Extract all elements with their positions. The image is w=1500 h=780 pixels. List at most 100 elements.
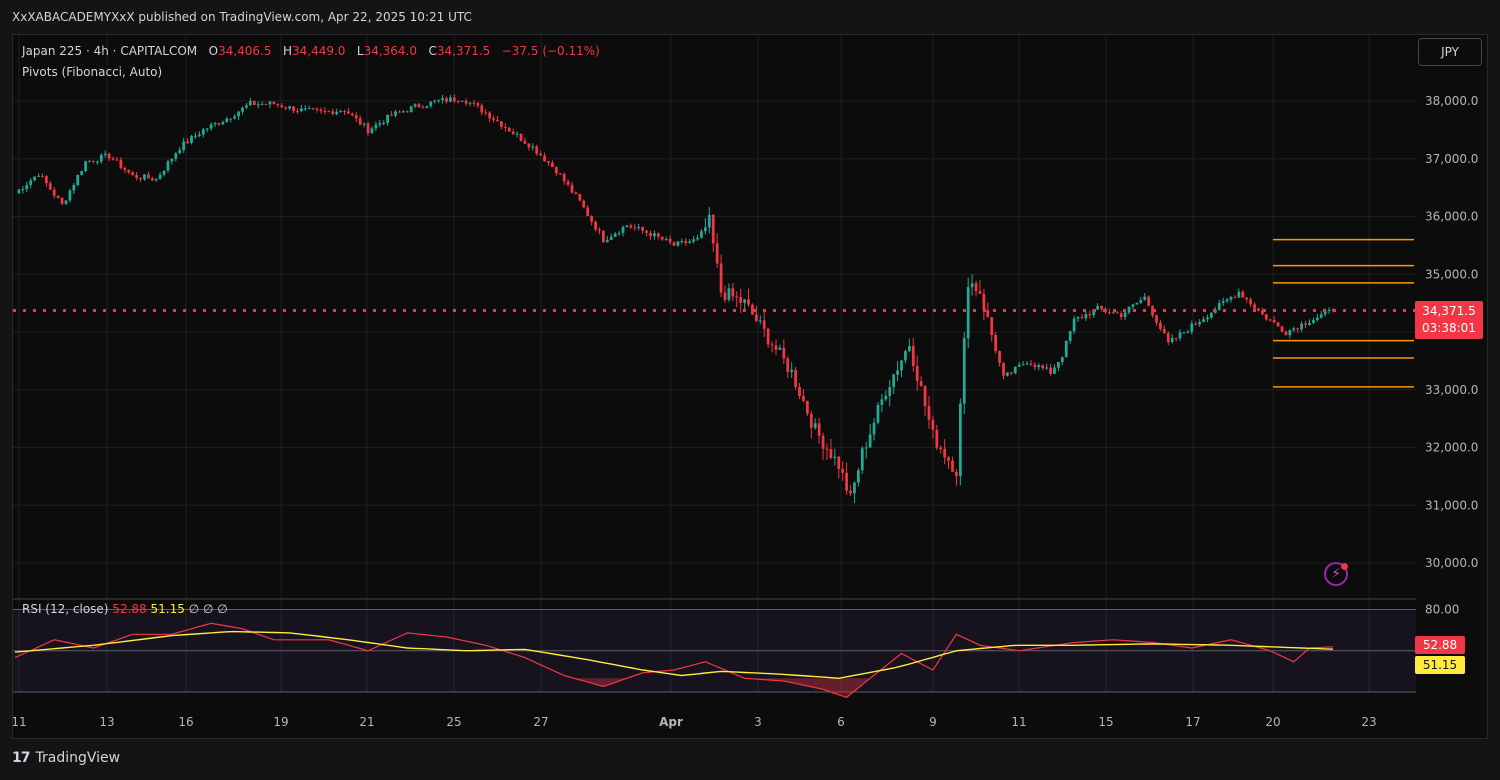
- candle-body: [115, 159, 119, 161]
- candle-body: [390, 114, 393, 116]
- candle-body: [931, 419, 935, 430]
- candle-body: [1135, 302, 1139, 305]
- candle-body: [613, 233, 617, 237]
- candle-body: [456, 101, 460, 103]
- candle-body: [17, 189, 21, 194]
- currency-button[interactable]: JPY: [1418, 38, 1482, 66]
- candle-body: [1272, 319, 1276, 323]
- candle-body: [856, 470, 860, 483]
- candle-body: [1319, 314, 1323, 318]
- y-tick-label: 35,000.0: [1425, 267, 1478, 281]
- candle-body: [292, 106, 295, 112]
- candle-body: [594, 221, 597, 230]
- candle-body: [864, 447, 868, 449]
- x-tick-label: 19: [273, 715, 288, 729]
- candle-body: [1268, 319, 1272, 321]
- y-tick-label: 30,000.0: [1425, 556, 1478, 570]
- chart-frame[interactable]: 38,000.037,000.036,000.035,000.034,000.0…: [12, 34, 1488, 739]
- candle-body: [1166, 333, 1170, 342]
- candle-body: [21, 189, 25, 191]
- candle-body: [841, 468, 845, 473]
- candle-body: [190, 136, 193, 144]
- candle-body: [1327, 309, 1331, 311]
- candle-body: [668, 238, 672, 243]
- candle-body: [958, 403, 962, 477]
- candle-body: [837, 456, 841, 469]
- candle-body: [1308, 323, 1311, 325]
- candle-body: [276, 104, 280, 106]
- candle-body: [335, 111, 339, 115]
- candle-body: [284, 107, 288, 109]
- footer-brand[interactable]: 17 TradingView: [12, 750, 120, 766]
- rsi-legend[interactable]: RSI (12, close) 52.88 51.15 ∅ ∅ ∅: [22, 602, 228, 616]
- candle-body: [939, 447, 943, 449]
- candle-body: [723, 292, 727, 300]
- candle-body: [743, 299, 746, 303]
- candle-body: [452, 97, 456, 102]
- candle-body: [433, 100, 437, 102]
- candle-body: [80, 171, 84, 175]
- candle-body: [56, 195, 60, 198]
- candle-body: [1229, 297, 1233, 300]
- candle-body: [1131, 304, 1135, 307]
- candle-body: [1053, 367, 1056, 374]
- candle-body: [417, 104, 421, 108]
- candle-body: [146, 174, 150, 179]
- candle-body: [1064, 340, 1068, 358]
- candle-body: [1264, 314, 1268, 320]
- chart-canvas[interactable]: 38,000.037,000.036,000.035,000.034,000.0…: [13, 35, 1489, 740]
- candle-body: [1115, 312, 1119, 314]
- candle-body: [178, 149, 182, 154]
- candle-body: [551, 162, 554, 167]
- candle-body: [884, 395, 888, 400]
- candle-body: [1182, 332, 1186, 334]
- candle-body: [1315, 317, 1319, 321]
- candle-body: [405, 111, 409, 113]
- candle-body: [1237, 291, 1241, 298]
- candle-body: [500, 121, 503, 127]
- candle-body: [880, 399, 884, 406]
- candle-body: [205, 128, 209, 130]
- candle-body: [1060, 357, 1064, 363]
- candle-body: [60, 197, 64, 204]
- candle-body: [1123, 312, 1127, 318]
- candle-body: [900, 360, 903, 371]
- candle-body: [1170, 337, 1174, 342]
- candle-body: [547, 161, 550, 163]
- candle-body: [1025, 363, 1029, 365]
- rsi-value-tag: 52.88: [1415, 636, 1465, 654]
- candle-body: [653, 233, 656, 237]
- candle-body: [1159, 322, 1162, 329]
- candle-body: [37, 175, 40, 177]
- candle-body: [770, 344, 774, 346]
- candle-body: [825, 448, 829, 450]
- candle-body: [162, 170, 166, 175]
- candle-body: [590, 216, 593, 222]
- candle-body: [256, 104, 260, 106]
- x-tick-label: 6: [837, 715, 845, 729]
- candle-body: [1084, 314, 1088, 319]
- pivots-indicator-label[interactable]: Pivots (Fibonacci, Auto): [22, 65, 162, 79]
- rsi-legend-ma: 51.15: [150, 602, 185, 616]
- open-label: O: [208, 44, 219, 58]
- candle-body: [507, 127, 511, 132]
- candle-body: [1147, 296, 1151, 306]
- candle-body: [311, 108, 315, 110]
- symbol-title[interactable]: Japan 225 · 4h · CAPITALCOM: [22, 44, 197, 58]
- y-tick-label: 31,000.0: [1425, 498, 1478, 512]
- candle-body: [915, 366, 919, 381]
- candle-body: [719, 263, 723, 293]
- candle-body: [174, 153, 178, 159]
- rsi-legend-value: 52.88: [112, 602, 147, 616]
- candle-body: [362, 123, 366, 125]
- candle-body: [449, 97, 452, 102]
- candle-body: [468, 102, 472, 104]
- candle-body: [1021, 364, 1025, 366]
- candle-body: [539, 153, 543, 156]
- candle-body: [1233, 297, 1237, 299]
- candle-body: [421, 107, 425, 109]
- candle-body: [998, 351, 1001, 363]
- candle-body: [943, 448, 947, 458]
- candle-body: [401, 111, 405, 113]
- candle-body: [29, 180, 33, 185]
